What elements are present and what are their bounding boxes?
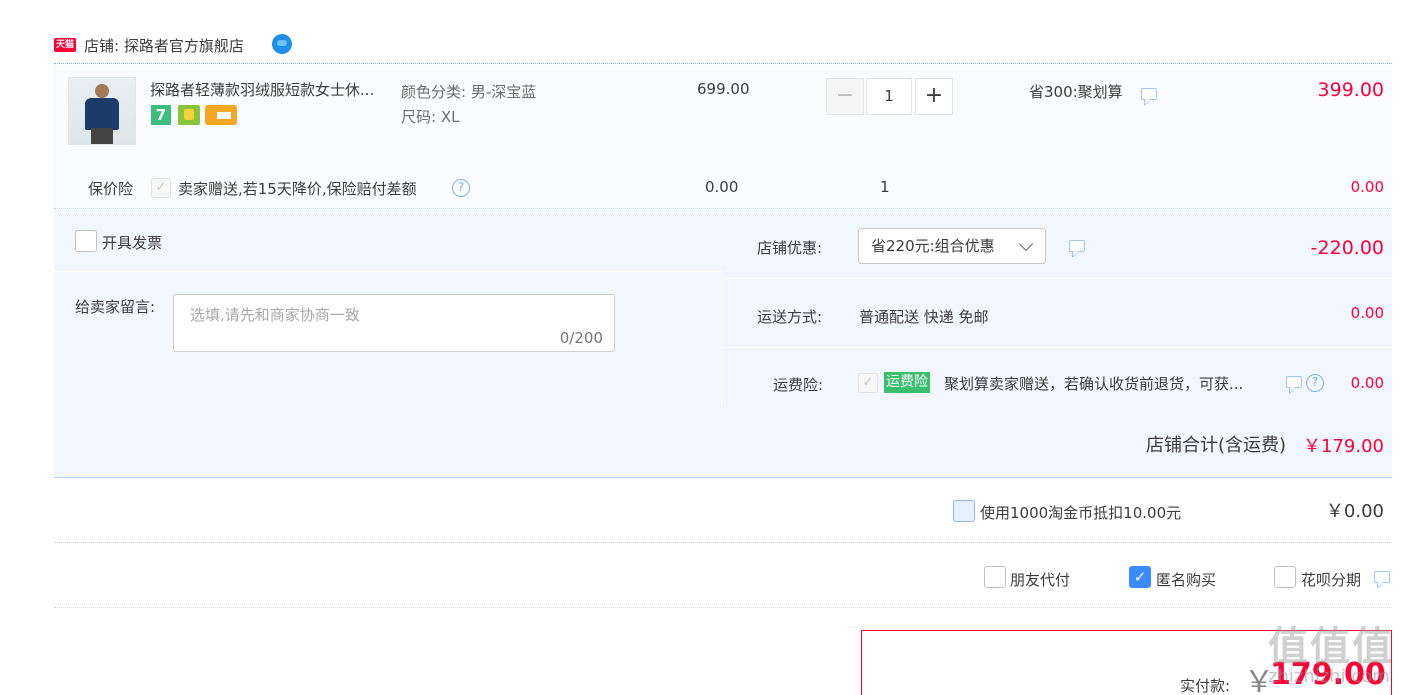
freight-insurance-desc: 聚划算卖家赠送，若确认收货前退货，可获... <box>944 375 1244 393</box>
sku-size: 尺码: XL <box>401 108 460 126</box>
shopping-bag-icon <box>178 105 200 125</box>
message-placeholder: 选填,请先和商家协商一致 <box>190 306 360 324</box>
invoice-section: 开具发票 <box>54 210 722 272</box>
insurance-desc: 卖家赠送,若15天降价,保险赔付差额 <box>178 180 417 198</box>
freight-insurance-checkbox[interactable]: ✓ <box>858 373 878 393</box>
chevron-down-icon <box>1018 236 1034 252</box>
discount-select[interactable]: 省220元:组合优惠 <box>858 228 1046 264</box>
message-char-count: 0/200 <box>559 329 603 347</box>
shop-total-value: ￥179.00 <box>1303 436 1384 457</box>
invoice-label: 开具发票 <box>102 234 163 252</box>
shop-header: 天猫 店铺: 探路者官方旗舰店 <box>54 32 1392 64</box>
invoice-checkbox[interactable] <box>75 230 97 252</box>
discount-label: 店铺优惠: <box>757 239 823 257</box>
wangwang-chat-icon[interactable] <box>272 34 292 54</box>
taojinbi-row: 使用1000淘金币抵扣10.00元 ￥0.00 <box>54 479 1392 543</box>
taojinbi-value: ￥0.00 <box>1325 501 1384 522</box>
discount-amount: -220.00 <box>1310 237 1384 259</box>
comment-icon[interactable] <box>1069 240 1085 252</box>
freight-insurance-tag: 运费险 <box>884 372 930 393</box>
order-extras: 开具发票 给卖家留言: 选填,请先和商家协商一致 0/200 店铺优惠: 省22… <box>54 210 1392 478</box>
watermark-domain: zhizhizhi.com <box>1268 666 1390 687</box>
insurance-label: 保价险 <box>88 180 134 198</box>
taojinbi-text: 使用1000淘金币抵扣10.00元 <box>980 504 1182 522</box>
order-item: 探路者轻薄款羽绒服短款女士休... 7 颜色分类: 男-深宝蓝 尺码: XL 6… <box>54 65 1392 209</box>
freight-insurance-amount: 0.00 <box>1350 374 1384 392</box>
watermark-logo: 值值值 <box>1268 624 1394 670</box>
help-icon[interactable]: ? <box>452 179 470 197</box>
pay-label: 实付款: <box>1180 677 1231 695</box>
product-thumbnail[interactable] <box>68 77 136 145</box>
insurance-total: 0.00 <box>1350 178 1384 196</box>
comment-icon[interactable] <box>1374 571 1390 583</box>
tmall-icon: 天猫 <box>54 38 76 52</box>
payment-options-row: 朋友代付 ✓ 匿名购买 花呗分期 <box>54 544 1392 608</box>
sku-color: 颜色分类: 男-深宝蓝 <box>401 83 537 101</box>
message-section: 给卖家留言: 选填,请先和商家协商一致 0/200 <box>54 272 722 406</box>
quantity-plus-button[interactable]: + <box>915 78 953 115</box>
anonymous-checkbox[interactable]: ✓ <box>1129 566 1151 588</box>
product-title-link[interactable]: 探路者轻薄款羽绒服短款女士休... <box>150 79 394 100</box>
seven-day-return-icon: 7 <box>151 105 171 125</box>
friend-pay-checkbox[interactable] <box>984 566 1006 588</box>
anonymous-label[interactable]: 匿名购买 <box>1156 569 1216 590</box>
freight-insurance-label: 运费险: <box>773 376 824 394</box>
message-label: 给卖家留言: <box>75 298 156 316</box>
quantity-input[interactable]: 1 <box>866 78 912 115</box>
item-subtotal: 399.00 <box>1317 79 1384 101</box>
quantity-minus-button[interactable]: − <box>826 78 864 115</box>
insurance-checkbox[interactable]: ✓ <box>151 178 171 198</box>
huabei-label[interactable]: 花呗分期 <box>1301 569 1361 590</box>
discount-selected-value: 省220元:组合优惠 <box>871 237 995 255</box>
shipping-label: 运送方式: <box>757 308 823 326</box>
shipping-method: 普通配送 快递 免邮 <box>859 308 989 326</box>
promo-text: 省300:聚划算 <box>1029 83 1123 101</box>
credit-card-icon <box>205 105 237 125</box>
unit-price: 699.00 <box>697 80 750 98</box>
taojinbi-checkbox[interactable] <box>953 500 975 522</box>
shop-name-link[interactable]: 店铺: 探路者官方旗舰店 <box>84 35 244 56</box>
friend-pay-label[interactable]: 朋友代付 <box>1010 569 1070 590</box>
seller-message-textarea[interactable]: 选填,请先和商家协商一致 0/200 <box>173 294 615 352</box>
shop-total-label: 店铺合计(含运费) <box>1145 435 1286 456</box>
insurance-price: 0.00 <box>705 178 739 196</box>
comment-icon[interactable] <box>1141 88 1157 100</box>
comment-icon[interactable] <box>1286 376 1302 388</box>
insurance-qty: 1 <box>880 178 890 196</box>
huabei-checkbox[interactable] <box>1274 566 1296 588</box>
shipping-amount: 0.00 <box>1350 304 1384 322</box>
help-icon[interactable]: ? <box>1306 374 1324 392</box>
